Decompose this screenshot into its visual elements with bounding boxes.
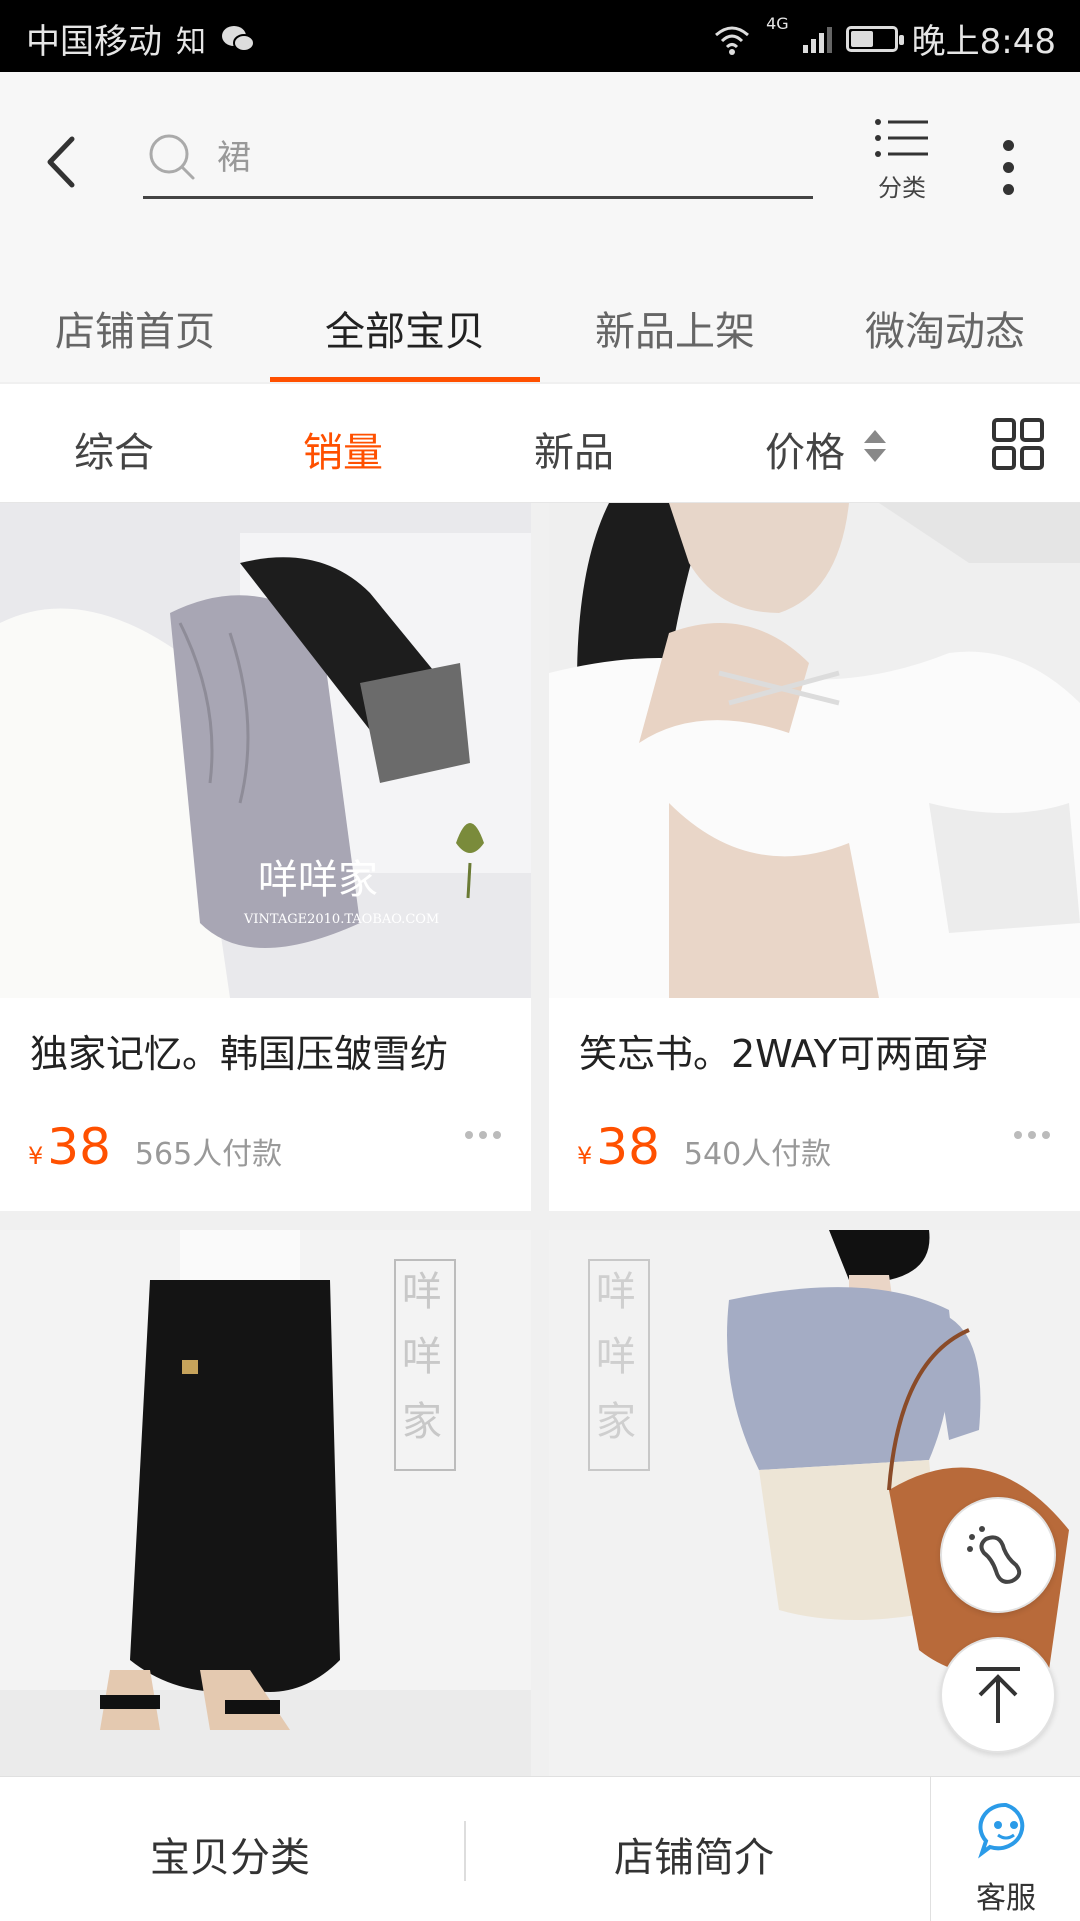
grid-view-icon[interactable]	[992, 418, 1044, 470]
search-placeholder: 裙	[217, 138, 251, 178]
bottom-bar: 宝贝分类 店铺简介 客服	[0, 1776, 1080, 1921]
wechat-icon	[222, 25, 255, 52]
svg-text:家: 家	[596, 1399, 636, 1445]
svg-text:咩: 咩	[596, 1269, 636, 1315]
clock: 晚上8:48	[911, 22, 1056, 62]
tab-weitao-updates[interactable]: 微淘动态	[810, 282, 1080, 382]
svg-text:咩: 咩	[402, 1334, 442, 1380]
customer-service-icon	[978, 1802, 1025, 1859]
more-dots-icon[interactable]	[1014, 1131, 1050, 1139]
product-title[interactable]: 笑忘书。2WAY可两面穿	[579, 1023, 989, 1078]
battery-icon	[845, 25, 904, 52]
price-row: ¥ 38 565人付款	[28, 1118, 282, 1176]
status-bar: 中国移动 知 4G 晚上8:48	[0, 0, 1080, 72]
network-type: 4G	[766, 14, 789, 33]
search-input[interactable]: 裙	[143, 120, 813, 199]
svg-text:家: 家	[402, 1399, 442, 1445]
price-row: ¥ 38 540人付款	[577, 1118, 831, 1176]
sort-new[interactable]: 新品	[534, 420, 614, 478]
sort-comprehensive[interactable]: 综合	[74, 420, 154, 478]
tab-all-items[interactable]: 全部宝贝	[270, 282, 540, 382]
more-dots-icon[interactable]	[465, 1131, 501, 1139]
status-right: 4G 晚上8:48	[712, 14, 1056, 63]
back-arrow-icon	[47, 136, 75, 188]
divider	[464, 1821, 466, 1881]
sales-count: 540人付款	[683, 1137, 832, 1172]
back-to-top-button[interactable]	[940, 1637, 1056, 1753]
tab-new-arrivals[interactable]: 新品上架	[540, 282, 810, 382]
shop-header: 裙 分类 店铺首页 全部宝贝 新品上架 微淘动态	[0, 72, 1080, 382]
sort-price[interactable]: 价格	[765, 420, 845, 478]
signal-icon	[802, 25, 832, 53]
product-title[interactable]: 独家记忆。韩国压皱雪纺	[30, 1023, 448, 1078]
currency-symbol: ¥	[28, 1142, 44, 1170]
svg-text:咩: 咩	[596, 1334, 636, 1380]
battery-level	[850, 30, 873, 47]
back-button[interactable]	[30, 127, 100, 197]
customer-service-label: 客服	[976, 1881, 1036, 1916]
product-card[interactable]: 咩咩家 VINTAGE2010.TAOBAO.COM 独家记忆。韩国压皱雪纺 ¥…	[0, 503, 531, 1211]
shop-intro-button[interactable]: 店铺简介	[614, 1825, 774, 1883]
status-left: 中国移动 知	[26, 14, 256, 63]
category-button[interactable]: 分类	[862, 116, 942, 216]
product-image[interactable]: 咩 咩 家	[0, 1230, 531, 1776]
sort-sales[interactable]: 销量	[303, 420, 383, 478]
shop-tabs: 店铺首页 全部宝贝 新品上架 微淘动态	[0, 282, 1080, 382]
more-button[interactable]	[990, 122, 1026, 212]
product-image[interactable]: 咩咩家 VINTAGE2010.TAOBAO.COM	[0, 503, 531, 998]
customer-service-button[interactable]: 客服	[930, 1777, 1080, 1921]
sales-count: 565人付款	[134, 1137, 283, 1172]
product-price: 38	[47, 1118, 111, 1176]
footprint-icon	[967, 1526, 1022, 1584]
carrier-name: 中国移动	[26, 22, 162, 62]
arrow-up-icon	[976, 1667, 1020, 1723]
product-price: 38	[596, 1118, 660, 1176]
list-icon	[875, 119, 928, 157]
svg-text:咩: 咩	[402, 1269, 442, 1315]
currency-symbol: ¥	[577, 1142, 593, 1170]
wifi-icon	[715, 26, 750, 55]
app-notification-label: 知	[176, 24, 206, 60]
sort-bar: 综合 销量 新品 价格	[0, 384, 1080, 503]
footprint-button[interactable]	[940, 1497, 1056, 1613]
product-card[interactable]: 笑忘书。2WAY可两面穿 ¥ 38 540人付款	[549, 503, 1080, 1211]
product-image[interactable]	[549, 503, 1080, 998]
tab-shop-home[interactable]: 店铺首页	[0, 282, 270, 382]
category-label: 分类	[878, 174, 926, 202]
watermark-brand: 咩咩家	[258, 857, 378, 903]
watermark-site: VINTAGE2010.TAOBAO.COM	[243, 912, 439, 927]
item-category-button[interactable]: 宝贝分类	[150, 1825, 310, 1883]
product-card[interactable]: 咩 咩 家	[0, 1230, 531, 1776]
sort-arrows-icon	[864, 430, 886, 462]
search-icon	[149, 134, 195, 180]
